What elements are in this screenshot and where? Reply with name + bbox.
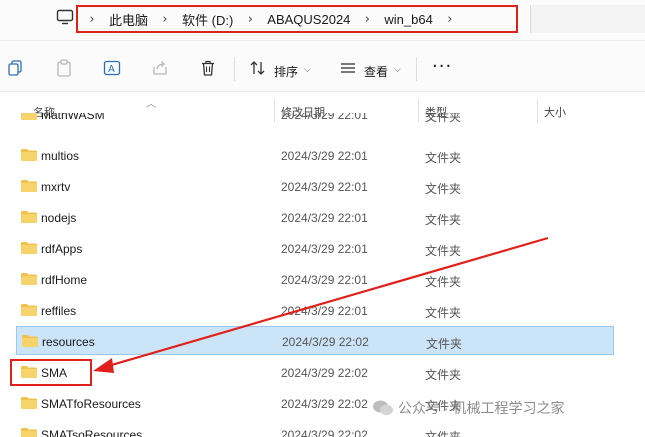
file-type: 文件夹 [425,368,462,382]
file-list: MathWASM 2024/3/29 22:01 文件夹 multios 202… [0,113,645,437]
list-item[interactable]: rdfApps 2024/3/29 22:01 文件夹 [16,234,614,263]
file-type: 文件夹 [425,244,462,258]
chevron-right-icon[interactable]: › [353,12,381,27]
file-type: 文件夹 [425,306,462,320]
file-type: 文件夹 [426,337,463,351]
breadcrumb-item-win-b64[interactable]: win_b64 [381,12,435,27]
breadcrumb-item-this-pc[interactable]: 此电脑 [106,10,151,29]
list-item[interactable]: MathWASM 2024/3/29 22:01 文件夹 [16,113,614,129]
list-item[interactable]: mxrtv 2024/3/29 22:01 文件夹 [16,172,614,201]
file-name: rdfApps [41,242,83,256]
folder-icon [21,428,37,437]
file-date: 2024/3/29 22:01 [281,211,368,225]
file-date: 2024/3/29 22:01 [281,149,368,163]
list-item-selected[interactable]: resources 2024/3/29 22:02 文件夹 [16,326,614,355]
file-date: 2024/3/29 22:01 [281,304,368,318]
chevron-right-icon[interactable]: › [436,12,464,27]
file-date: 2024/3/29 22:01 [281,273,368,287]
folder-icon [21,273,37,285]
sort-ascending-icon: ︿ [146,99,156,110]
sort-button[interactable]: 排序 [274,63,298,80]
sort-icon[interactable] [249,59,267,77]
file-date: 2024/3/29 22:01 [281,113,368,122]
folder-icon [21,180,37,192]
chevron-right-icon[interactable]: › [78,12,106,27]
breadcrumb-item-abaqus2024[interactable]: ABAQUS2024 [264,12,353,27]
chevron-down-icon[interactable]: ⌵ [304,64,311,75]
file-date: 2024/3/29 22:02 [281,397,368,411]
paste-icon[interactable] [55,59,73,77]
wechat-icon [373,400,393,416]
list-item[interactable]: multios 2024/3/29 22:01 文件夹 [16,141,614,170]
view-icon[interactable] [339,59,357,77]
svg-text:A: A [108,64,115,75]
file-name: resources [42,335,95,349]
folder-icon [21,397,37,409]
annotation-highlight-box [10,359,92,386]
rename-icon[interactable]: A [103,59,121,77]
breadcrumb: › 此电脑 › 软件 (D:) › ABAQUS2024 › win_b64 › [76,5,518,33]
watermark-text: 公众号 · 机械工程学习之家 [398,400,565,416]
file-name: mxrtv [41,180,71,194]
file-name: SMATfoResources [41,397,141,411]
toolbar-divider [416,57,417,81]
address-bar: › 此电脑 › 软件 (D:) › ABAQUS2024 › win_b64 › [0,0,645,40]
file-name: SMATsoResources [41,428,143,437]
list-item[interactable]: reffiles 2024/3/29 22:01 文件夹 [16,296,614,325]
watermark: 公众号 · 机械工程学习之家 [372,398,564,418]
chevron-down-icon[interactable]: ⌵ [394,64,401,75]
folder-icon [21,149,37,161]
folder-icon [21,304,37,316]
file-date: 2024/3/29 22:01 [281,242,368,256]
copy-icon[interactable] [7,59,25,77]
folder-icon [21,242,37,254]
file-type: 文件夹 [425,113,462,124]
folder-icon [21,211,37,223]
file-type: 文件夹 [425,213,462,227]
folder-icon [22,335,38,347]
file-date: 2024/3/29 22:01 [281,180,368,194]
delete-icon[interactable] [199,59,217,77]
file-name: rdfHome [41,273,88,287]
list-item[interactable]: SMATsoResources 2024/3/29 22:02 文件夹 [16,420,614,437]
folder-icon [21,113,37,120]
command-bar: A 排序 ⌵ 查看 ⌵ ··· [0,40,645,92]
view-button[interactable]: 查看 [364,63,388,80]
file-date: 2024/3/29 22:02 [281,428,368,437]
chevron-right-icon[interactable]: › [236,12,264,27]
file-type: 文件夹 [425,182,462,196]
list-item[interactable]: nodejs 2024/3/29 22:01 文件夹 [16,203,614,232]
list-item[interactable]: rdfHome 2024/3/29 22:01 文件夹 [16,265,614,294]
toolbar-divider [234,57,235,81]
file-name: nodejs [41,211,77,225]
file-date: 2024/3/29 22:02 [282,335,369,349]
list-item[interactable]: SMA 2024/3/29 22:02 文件夹 [16,358,614,387]
search-box[interactable] [530,5,645,33]
file-name: multios [41,149,80,163]
file-type: 文件夹 [425,430,462,437]
file-type: 文件夹 [425,275,462,289]
file-name: reffiles [41,304,77,318]
more-options-icon[interactable]: ··· [432,58,452,76]
this-pc-icon[interactable] [56,9,74,25]
file-type: 文件夹 [425,151,462,165]
share-icon[interactable] [151,59,169,77]
breadcrumb-item-drive-d[interactable]: 软件 (D:) [179,10,236,29]
chevron-right-icon[interactable]: › [151,12,179,27]
file-date: 2024/3/29 22:02 [281,366,368,380]
file-name: MathWASM [41,113,105,122]
